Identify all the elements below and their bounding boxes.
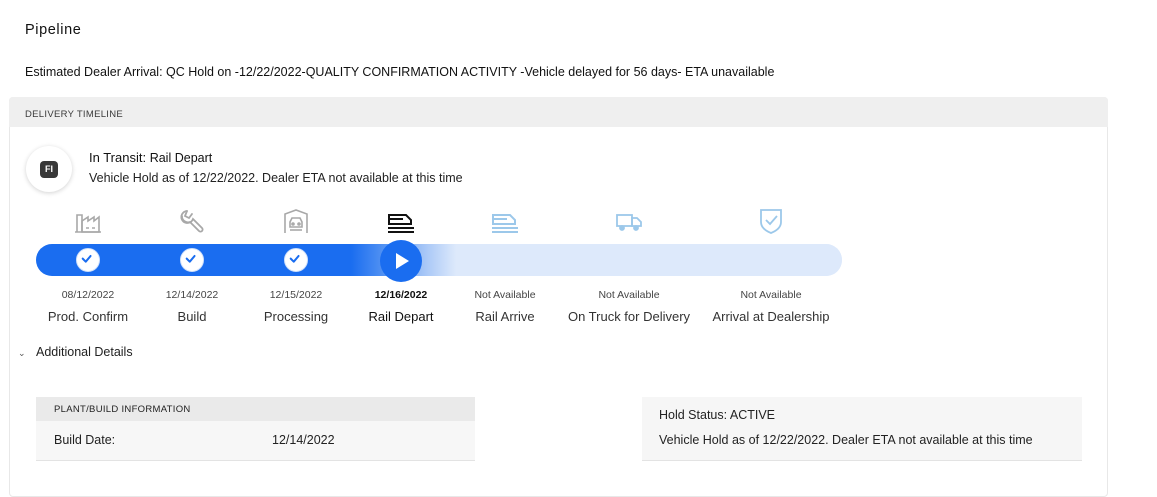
- page-title: Pipeline: [25, 22, 82, 38]
- wrench-icon: [180, 210, 204, 233]
- truck-icon: [616, 214, 642, 231]
- additional-details-toggle[interactable]: ⌄ Additional Details: [18, 345, 133, 359]
- stage-complete-check-icon: [76, 248, 100, 272]
- additional-details-label: Additional Details: [36, 345, 133, 359]
- stage-name: Arrival at Dealership: [712, 309, 830, 324]
- brand-badge-text: FI: [40, 161, 58, 178]
- build-date-label: Build Date:: [54, 433, 116, 447]
- hold-status-panel: [642, 397, 1082, 461]
- stage-date: Not Available: [740, 289, 802, 301]
- car-garage-icon: [284, 209, 308, 233]
- stage-date: Not Available: [474, 289, 536, 301]
- shield-check-icon: [760, 209, 782, 234]
- progress-track: [36, 244, 842, 276]
- chevron-down-icon: ⌄: [18, 348, 26, 358]
- transit-status-prefix: In Transit:: [89, 150, 150, 165]
- transit-status-detail: Vehicle Hold as of 12/22/2022. Dealer ET…: [89, 171, 463, 185]
- stage-name: On Truck for Delivery: [567, 309, 691, 324]
- build-date-value: 12/14/2022: [272, 433, 335, 447]
- hold-status-detail: Vehicle Hold as of 12/22/2022. Dealer ET…: [659, 433, 1033, 447]
- transit-status-value: Rail Depart: [149, 151, 213, 165]
- delivery-timeline-header: [9, 97, 1108, 127]
- hold-status-text: Hold Status: ACTIVE: [659, 408, 776, 422]
- stage-complete-check-icon: [284, 248, 308, 272]
- progress-fill: [36, 244, 842, 276]
- delivery-timeline-title: DELIVERY TIMELINE: [25, 109, 124, 120]
- rail-car-icon: [492, 214, 518, 233]
- estimated-dealer-arrival-text: Estimated Dealer Arrival: QC Hold on -12…: [25, 65, 775, 79]
- rail-car-icon: [388, 214, 414, 233]
- plant-build-info-title: PLANT/BUILD INFORMATION: [54, 404, 191, 415]
- stage-date: Not Available: [598, 289, 660, 301]
- stage-complete-check-icon: [180, 248, 204, 272]
- current-stage-play-icon[interactable]: [380, 240, 422, 282]
- transit-status: In Transit: Rail Depart: [89, 150, 212, 165]
- factory-icon: [75, 214, 101, 233]
